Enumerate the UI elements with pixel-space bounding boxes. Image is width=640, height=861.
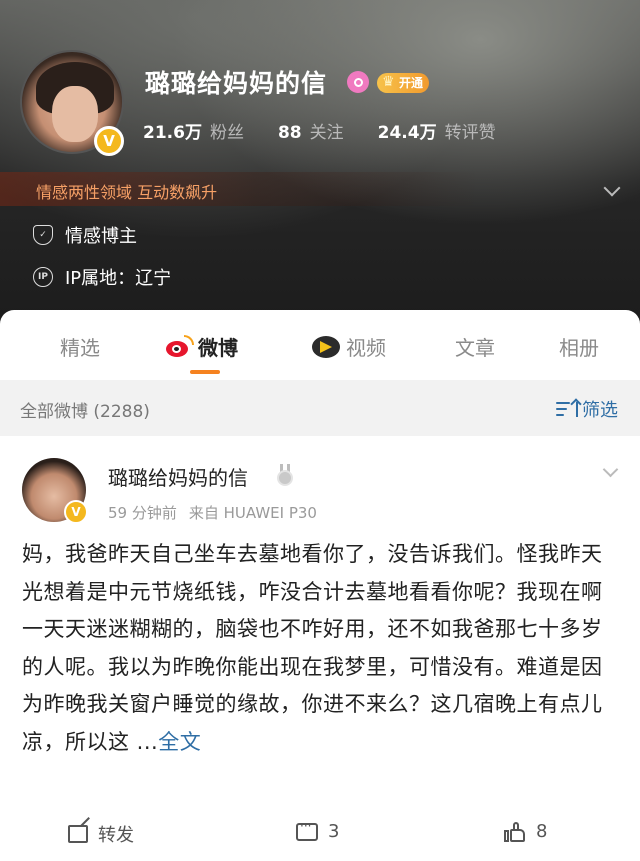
video-play-icon	[312, 335, 340, 358]
stat-following-count: 88	[277, 123, 302, 143]
post-author-name[interactable]: 璐璐给妈妈的信	[108, 462, 248, 491]
profile-name: 璐璐给妈妈的信	[145, 69, 328, 98]
content-card: 精选 微博 视频 文章 相册 全部微博 (2288) 筛选 V 璐璐给妈妈的信 …	[0, 310, 640, 861]
comment-count: 3	[328, 821, 340, 842]
tab-video[interactable]: 视频	[312, 332, 386, 361]
post-meta: 59 分钟前 来自 HUAWEI P30	[108, 502, 317, 523]
search-icon[interactable]	[347, 71, 369, 93]
repost-button[interactable]: 转发	[68, 821, 134, 847]
medal-icon[interactable]	[276, 464, 294, 486]
profile-stats: 21.6万 粉丝 88 关注 24.4万 转评赞	[143, 118, 496, 143]
tab-featured-label: 精选	[60, 336, 100, 360]
stat-engagement-count: 24.4万	[377, 123, 437, 143]
filter-button-label: 筛选	[582, 400, 618, 421]
comment-icon	[296, 819, 318, 841]
like-button[interactable]: 8	[504, 821, 547, 842]
share-icon	[68, 825, 88, 843]
ip-icon: IP	[33, 267, 53, 287]
stat-engagement-label: 转评赞	[444, 123, 496, 143]
profile-tabs: 精选 微博 视频 文章 相册	[0, 310, 640, 380]
stat-engagement[interactable]: 24.4万 转评赞	[378, 118, 496, 143]
repost-label: 转发	[98, 825, 134, 846]
thumbs-up-icon	[504, 821, 526, 842]
chevron-down-icon[interactable]	[603, 179, 621, 197]
info-ip-location-text: IP属地：辽宁	[65, 268, 172, 289]
tab-album-label: 相册	[559, 336, 599, 360]
vip-open-badge[interactable]: 开通	[377, 72, 430, 93]
post-source: 来自 HUAWEI P30	[188, 504, 317, 522]
like-count: 8	[536, 821, 548, 842]
profile-header: V 璐璐给妈妈的信 开通 21.6万粉丝 88 关注 24.4万转评赞 情感两性领…	[0, 0, 640, 330]
info-ip-location: IP IP属地：辽宁	[33, 264, 171, 290]
verified-badge-icon: V	[64, 500, 88, 524]
post-actions: 转发 3 8	[0, 811, 640, 861]
domain-tag-row[interactable]: 情感两性领域 互动数飙升	[0, 172, 640, 206]
chevron-down-icon[interactable]	[602, 461, 619, 478]
tab-articles[interactable]: 文章	[455, 332, 495, 361]
post-body[interactable]: 妈，我爸昨天自己坐车去墓地看你了，没告诉我们。怪我昨天光想着是中元节烧纸钱，咋没…	[22, 536, 620, 761]
weibo-logo-icon	[166, 334, 194, 358]
stat-followers-label: 粉丝	[209, 123, 244, 143]
post-time: 59 分钟前	[108, 504, 177, 522]
filter-button[interactable]: 筛选	[556, 396, 618, 422]
tab-featured[interactable]: 精选	[60, 332, 100, 361]
info-blogger-type-text: 情感博主	[65, 226, 137, 247]
read-full-link[interactable]: 全文	[158, 730, 201, 754]
post-body-text: 妈，我爸昨天自己坐车去墓地看你了，没告诉我们。怪我昨天光想着是中元节烧纸钱，咋没…	[22, 542, 603, 754]
stat-followers[interactable]: 21.6万 粉丝	[143, 118, 244, 143]
tab-album[interactable]: 相册	[559, 332, 599, 361]
domain-tag-text: 情感两性领域 互动数飙升	[36, 183, 218, 202]
tab-weibo-label: 微博	[198, 336, 238, 360]
filter-bar: 全部微博 (2288) 筛选	[0, 380, 640, 436]
shield-icon: ✓	[33, 225, 53, 245]
comment-button[interactable]: 3	[296, 819, 340, 842]
verified-badge-icon: V	[94, 126, 124, 156]
stat-followers-count: 21.6万	[143, 123, 202, 143]
filter-sort-icon	[556, 400, 578, 418]
tab-weibo[interactable]: 微博	[166, 332, 238, 361]
stat-following[interactable]: 88 关注	[278, 118, 344, 143]
weibo-post: V 璐璐给妈妈的信 59 分钟前 来自 HUAWEI P30 妈，我爸昨天自己坐车…	[0, 436, 640, 861]
tab-articles-label: 文章	[455, 336, 495, 360]
tab-video-label: 视频	[346, 336, 386, 360]
active-tab-indicator	[190, 370, 220, 374]
all-posts-count[interactable]: 全部微博 (2288)	[20, 397, 150, 422]
stat-following-label: 关注	[309, 123, 344, 143]
info-blogger-type: ✓ 情感博主	[33, 222, 137, 248]
